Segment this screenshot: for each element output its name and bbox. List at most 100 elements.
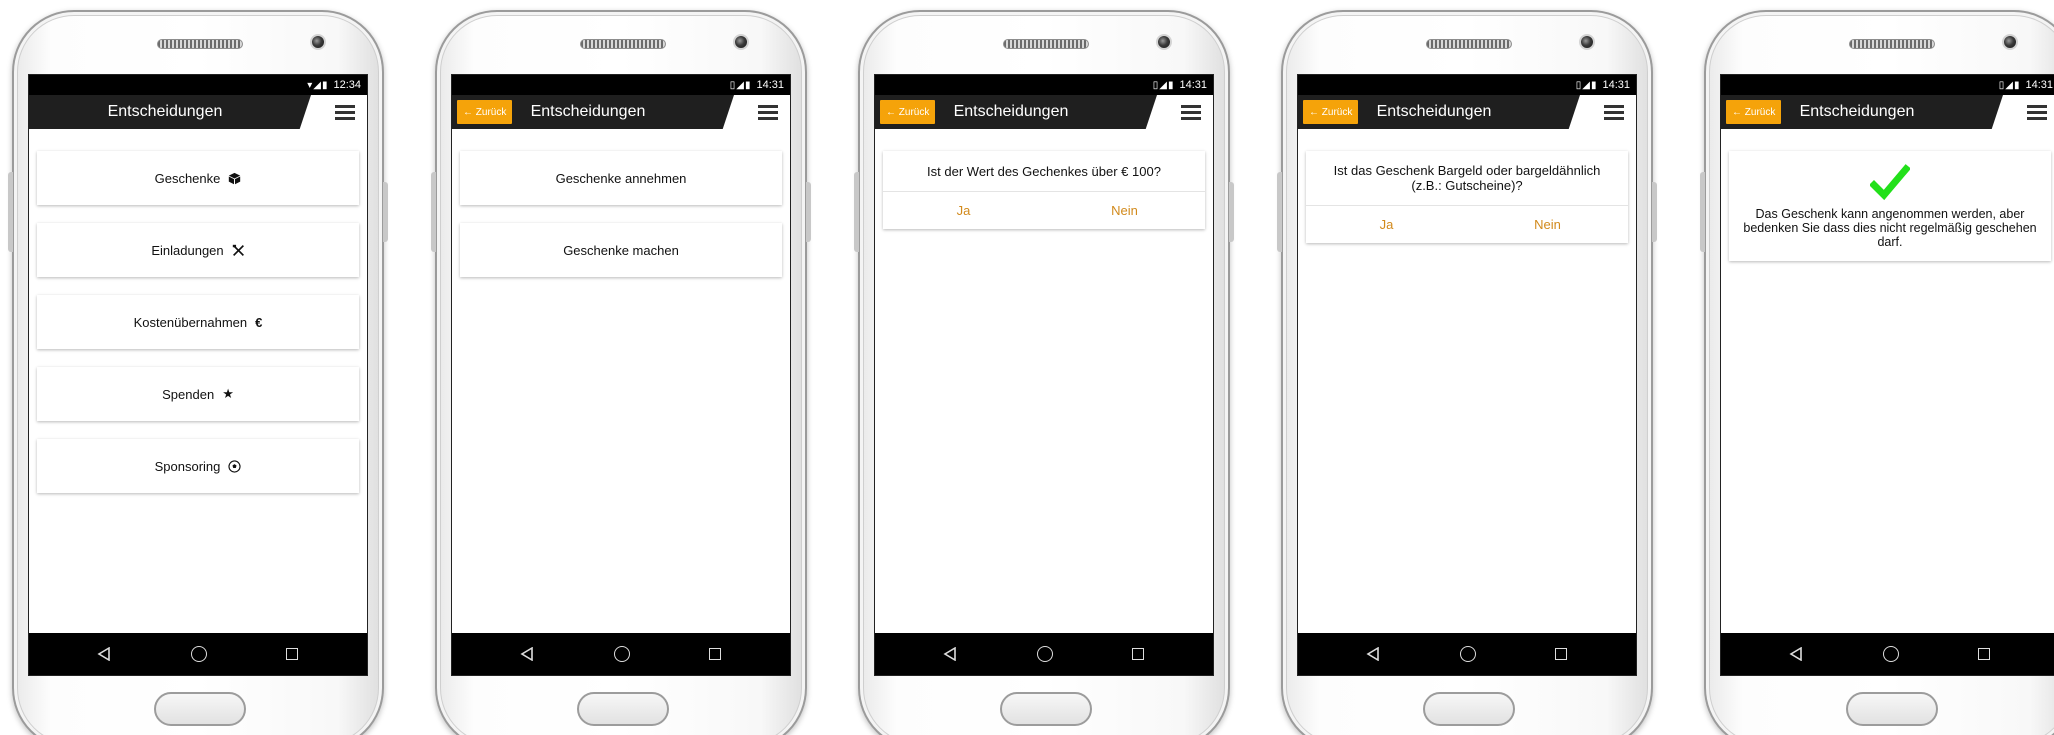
app-bar: Entscheidungen ← Zurück — [452, 95, 790, 129]
hardware-home-button — [154, 692, 246, 726]
nav-home-icon[interactable] — [1037, 646, 1053, 662]
category-item-kostenuebernahmen[interactable]: Kostenübernahmen € — [37, 295, 359, 349]
screen-question-value: ▯◢▮ 14:31 Entscheidungen ← Zurück Ist de… — [874, 74, 1214, 676]
result-card: Das Geschenk kann angenommen werden, abe… — [1729, 151, 2051, 261]
category-item-geschenke[interactable]: Geschenke — [37, 151, 359, 205]
question-text: Ist der Wert des Gechenkes über € 100? — [927, 163, 1161, 179]
phone-mockup-3: ▯◢▮ 14:31 Entscheidungen ← Zurück Ist de… — [854, 10, 1234, 735]
answer-no-button[interactable]: Nein — [1467, 206, 1628, 243]
android-nav-bar — [1721, 633, 2054, 675]
screen-result: ▯◢▮ 14:31 Entscheidungen ← Zurück Das Ge… — [1720, 74, 2054, 676]
answer-yes-button[interactable]: Ja — [883, 192, 1044, 229]
app-bar: Entscheidungen ← Zurück — [875, 95, 1213, 129]
hamburger-menu-icon[interactable] — [335, 105, 355, 120]
nav-home-icon[interactable] — [1460, 646, 1476, 662]
euro-icon: € — [255, 314, 263, 330]
option-geschenke-machen[interactable]: Geschenke machen — [460, 223, 782, 277]
category-label: Spenden — [162, 386, 215, 402]
vibrate-signal-battery-icon: ▯◢▮ — [1998, 79, 2021, 91]
status-time: 14:31 — [1602, 79, 1630, 91]
status-time: 12:34 — [333, 79, 361, 91]
status-time: 14:31 — [756, 79, 784, 91]
speaker-grille — [1849, 39, 1935, 49]
hamburger-menu-icon[interactable] — [1604, 105, 1624, 120]
front-camera — [310, 34, 326, 50]
back-button[interactable]: ← Zurück — [1726, 100, 1782, 124]
nav-recents-icon[interactable] — [1555, 648, 1567, 660]
nav-recents-icon[interactable] — [1978, 648, 1990, 660]
android-nav-bar — [452, 633, 790, 675]
hamburger-menu-icon[interactable] — [758, 105, 778, 120]
star-icon: ★ — [222, 386, 234, 401]
status-time: 14:31 — [1179, 79, 1207, 91]
question-card: Ist der Wert des Gechenkes über € 100? J… — [883, 151, 1205, 229]
hardware-home-button — [1423, 692, 1515, 726]
package-icon — [229, 172, 241, 184]
soccer-ball-icon — [228, 459, 241, 473]
category-label: Kostenübernahmen — [133, 314, 248, 330]
hardware-home-button — [1000, 692, 1092, 726]
phone-mockup-2: ▯◢▮ 14:31 Entscheidungen ← Zurück Gesche… — [431, 10, 811, 735]
vibrate-signal-battery-icon: ▯◢▮ — [729, 79, 752, 91]
app-bar: Entscheidungen ← Zurück — [1298, 95, 1636, 129]
category-label: Sponsoring — [154, 458, 221, 474]
category-label: Geschenke — [154, 170, 221, 186]
hardware-home-button — [1846, 692, 1938, 726]
status-bar: ▯◢▮ 14:31 — [1298, 75, 1636, 95]
nav-back-icon[interactable] — [97, 647, 111, 661]
phone-mockup-4: ▯◢▮ 14:31 Entscheidungen ← Zurück Ist da… — [1277, 10, 1657, 735]
front-camera — [2002, 34, 2018, 50]
android-nav-bar — [29, 633, 367, 675]
android-nav-bar — [875, 633, 1213, 675]
nav-back-icon[interactable] — [520, 647, 534, 661]
answer-row: Ja Nein — [1306, 205, 1628, 243]
category-label: Einladungen — [151, 242, 224, 258]
checkmark-icon — [1870, 164, 1910, 201]
nav-home-icon[interactable] — [1883, 646, 1899, 662]
category-item-sponsoring[interactable]: Sponsoring — [37, 439, 359, 493]
phone-mockup-1: ▾◢▮ 12:34 Entscheidungen Geschenke Einla… — [8, 10, 388, 735]
speaker-grille — [580, 39, 666, 49]
option-geschenke-annehmen[interactable]: Geschenke annehmen — [460, 151, 782, 205]
screen-categories: ▾◢▮ 12:34 Entscheidungen Geschenke Einla… — [28, 74, 368, 676]
front-camera — [1579, 34, 1595, 50]
nav-recents-icon[interactable] — [1132, 648, 1144, 660]
screen-question-cash: ▯◢▮ 14:31 Entscheidungen ← Zurück Ist da… — [1297, 74, 1637, 676]
nav-home-icon[interactable] — [614, 646, 630, 662]
nav-recents-icon[interactable] — [286, 648, 298, 660]
status-bar: ▯◢▮ 14:31 — [1721, 75, 2054, 95]
vibrate-signal-battery-icon: ▯◢▮ — [1575, 79, 1598, 91]
option-label: Geschenke annehmen — [555, 170, 687, 186]
nav-recents-icon[interactable] — [709, 648, 721, 660]
back-button[interactable]: ← Zurück — [880, 100, 936, 124]
speaker-grille — [1003, 39, 1089, 49]
question-text: Ist das Geschenk Bargeld oder bargeldähn… — [1333, 163, 1601, 193]
status-bar: ▾◢▮ 12:34 — [29, 75, 367, 95]
back-button[interactable]: ← Zurück — [457, 100, 513, 124]
nav-back-icon[interactable] — [1366, 647, 1380, 661]
app-bar: Entscheidungen ← Zurück — [1721, 95, 2054, 129]
status-time: 14:31 — [2025, 79, 2053, 91]
android-nav-bar — [1298, 633, 1636, 675]
hamburger-menu-icon[interactable] — [1181, 105, 1201, 120]
hamburger-menu-icon[interactable] — [2027, 105, 2047, 120]
answer-row: Ja Nein — [883, 191, 1205, 229]
app-bar: Entscheidungen — [29, 95, 367, 129]
category-item-einladungen[interactable]: Einladungen — [37, 223, 359, 277]
signal-battery-icon: ▾◢▮ — [307, 79, 329, 91]
back-button[interactable]: ← Zurück — [1303, 100, 1359, 124]
front-camera — [1156, 34, 1172, 50]
status-bar: ▯◢▮ 14:31 — [875, 75, 1213, 95]
vibrate-signal-battery-icon: ▯◢▮ — [1152, 79, 1175, 91]
answer-no-button[interactable]: Nein — [1044, 192, 1205, 229]
answer-yes-button[interactable]: Ja — [1306, 206, 1467, 243]
cutlery-icon — [232, 244, 244, 256]
nav-back-icon[interactable] — [1789, 647, 1803, 661]
front-camera — [733, 34, 749, 50]
nav-back-icon[interactable] — [943, 647, 957, 661]
nav-home-icon[interactable] — [191, 646, 207, 662]
hardware-home-button — [577, 692, 669, 726]
result-text: Das Geschenk kann angenommen werden, abe… — [1743, 207, 2037, 249]
category-item-spenden[interactable]: Spenden ★ — [37, 367, 359, 421]
phone-mockup-5: ▯◢▮ 14:31 Entscheidungen ← Zurück Das Ge… — [1700, 10, 2054, 735]
